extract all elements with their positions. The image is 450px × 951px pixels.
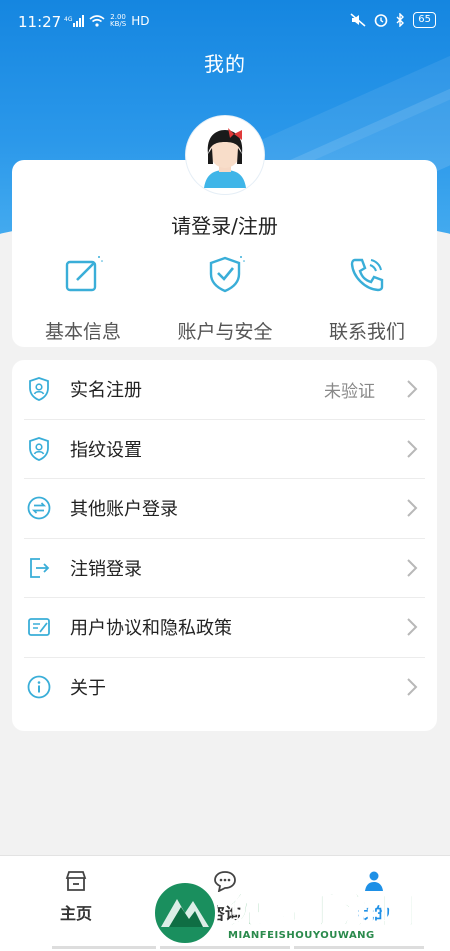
signal-icon: 4G [64,15,84,27]
battery-indicator: 65 [413,12,436,28]
status-right: 65 [350,12,436,28]
menu-item-label: 关于 [70,677,106,699]
chevron-right-icon [407,440,418,458]
chevron-right-icon [407,678,418,696]
chevron-right-icon [407,380,418,398]
verification-status: 未验证 [324,381,375,402]
mute-icon [350,13,366,27]
shield-check-icon [209,256,245,293]
menu-item-label: 实名注册 [70,380,142,402]
status-network: 4G 2.00 KB/S HD [64,13,150,29]
menu-item-fingerprint[interactable]: 指纹设置 [24,420,425,479]
watermark-logo [152,880,218,946]
bluetooth-icon [396,13,405,27]
network-speed: 2.00 KB/S [110,13,127,28]
tab-divider [52,946,156,949]
hd-badge: HD [131,14,150,28]
page-title: 我的 [204,52,246,76]
svg-text:4G: 4G [64,16,73,23]
menu-item-label: 其他账户登录 [70,499,178,521]
wifi-icon [89,15,105,27]
shield-user-icon [29,377,49,402]
logout-icon [30,557,50,578]
tab-label: 主页 [59,904,92,923]
chevron-right-icon [407,559,418,577]
menu-item-real-name[interactable]: 实名注册 未验证 [24,360,425,420]
avatar-illustration [188,118,262,192]
menu-item-about[interactable]: 关于 [24,658,425,717]
edit-icon [65,256,103,292]
shield-user-icon [29,436,49,461]
watermark-text: 免费手游网 [227,890,419,933]
watermark: 免费手游网 MIANFEISHOUYOUWANG [152,880,450,950]
quick-action-label: 账户与安全 [177,321,273,343]
quick-action-account-security[interactable]: 账户与安全 [154,252,296,344]
swap-icon [27,496,51,520]
chevron-right-icon [407,618,418,636]
avatar[interactable] [186,116,264,194]
menu-item-user-agreement[interactable]: 用户协议和隐私政策 [24,598,425,658]
phone-icon [350,258,384,292]
quick-action-basic-info[interactable]: 基本信息 [12,252,154,344]
status-bar: 11:27 4G 2.00 KB/S HD 65 [0,0,450,44]
status-time: 11:27 [18,13,62,31]
tab-home[interactable]: 主页 [20,870,132,924]
login-register-link[interactable]: 请登录/注册 [12,210,437,239]
info-icon [27,675,51,699]
menu-item-label: 注销登录 [70,558,142,580]
menu-item-logout[interactable]: 注销登录 [24,539,425,598]
quick-action-label: 联系我们 [328,321,405,343]
chevron-right-icon [407,499,418,517]
menu-item-label: 用户协议和隐私政策 [70,618,232,640]
agreement-icon [28,618,50,637]
menu-item-other-account-login[interactable]: 其他账户登录 [24,479,425,539]
quick-action-contact-us[interactable]: 联系我们 [296,252,438,344]
menu-item-label: 指纹设置 [70,439,142,461]
alarm-icon [374,14,388,27]
quick-action-label: 基本信息 [44,321,121,343]
home-icon [65,871,87,891]
watermark-subtext: MIANFEISHOUYOUWANG [228,930,375,941]
menu-card: 实名注册 未验证 指纹设置 其他账户登录 注销登录 用户协议和隐私政策 关于 [12,360,437,731]
